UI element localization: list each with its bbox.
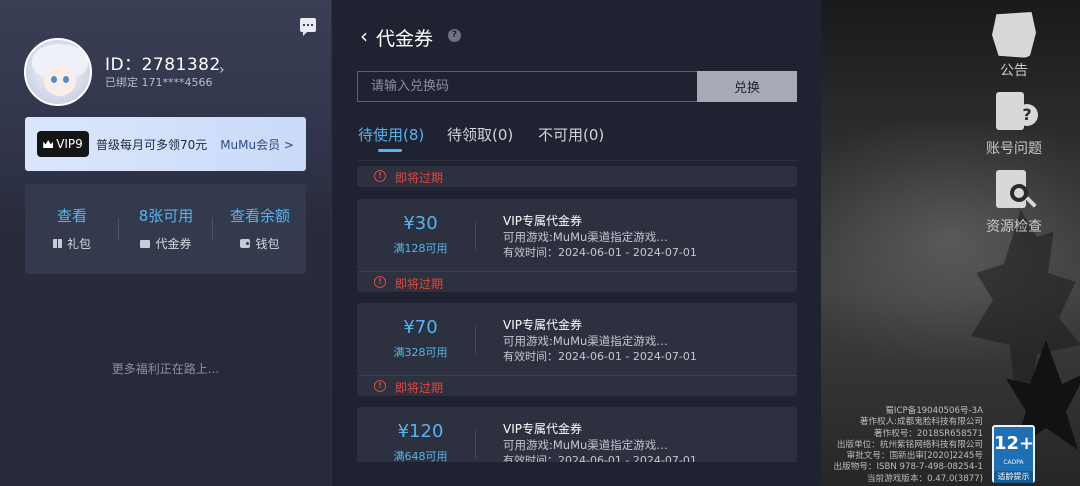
- message-icon[interactable]: [300, 18, 316, 36]
- coupon-period: 有效时间：2024-06-01 - 2024-07-01: [503, 350, 697, 363]
- warning-icon: !: [374, 170, 386, 182]
- coupon-condition: 满648可用: [393, 450, 448, 462]
- legal-line: 出版单位：杭州紫铭网络科技有限公司: [836, 439, 983, 450]
- resource-check-icon: [992, 168, 1037, 214]
- notice-icon: [992, 12, 1036, 58]
- benefit-value: 查看余额: [229, 207, 290, 225]
- coupon-name: VIP专属代金券: [503, 214, 582, 228]
- benefit-value: 查看: [56, 207, 87, 225]
- avatar-eye: [51, 76, 57, 83]
- magnifier-handle: [1025, 196, 1037, 208]
- legal-line: 蜀ICP备19040506号-3A: [885, 406, 983, 416]
- legal-line: 著作权人:成都鬼脸科技有限公司: [859, 417, 983, 428]
- coupon-games: 可用游戏:MuMu渠道指定游戏…: [503, 230, 668, 244]
- account-panel: ID：2781382 已绑定 171****4566 › VIP9 普级每月可多…: [0, 0, 331, 486]
- benefit-label-text: 礼包: [66, 237, 91, 251]
- tab-to-claim[interactable]: 待领取(0): [447, 124, 513, 145]
- notice-label: 公告: [1000, 63, 1028, 79]
- coupon-name: VIP专属代金券: [503, 422, 582, 436]
- notice-button[interactable]: 公告: [979, 12, 1049, 80]
- avatar[interactable]: [24, 38, 92, 106]
- coupon-period: 有效时间：2024-06-01 - 2024-07-01: [503, 454, 697, 462]
- coupon-condition: 满128可用: [393, 242, 448, 255]
- mumu-vip-link[interactable]: MuMu会员 >: [220, 136, 294, 153]
- benefit-label-text: 代金券: [155, 237, 192, 251]
- legal-line: 当前游戏版本：0.47.0(3877): [866, 473, 983, 484]
- redeem-code-input[interactable]: [357, 71, 697, 102]
- coupon-card[interactable]: ¥30 满128可用 VIP专属代金券 可用游戏:MuMu渠道指定游戏… 有效时…: [357, 199, 797, 271]
- warning-icon: !: [374, 276, 386, 288]
- benefits-card: 查看 礼包 8张可用 代金券 查看余额 钱包: [25, 184, 306, 274]
- vip-banner[interactable]: VIP9 普级每月可多领70元 MuMu会员 >: [25, 117, 306, 171]
- more-benefits-text: 更多福利正在路上...: [111, 362, 220, 376]
- page-title: 代金券: [376, 28, 434, 50]
- app-root: ID：2781382 已绑定 171****4566 › VIP9 普级每月可多…: [0, 0, 1080, 486]
- expire-text: 即将过期: [395, 381, 444, 395]
- coupon-games: 可用游戏:MuMu渠道指定游戏…: [503, 438, 668, 452]
- help-icon[interactable]: ?: [448, 29, 461, 42]
- expire-notice: ! 即将过期: [357, 166, 797, 187]
- resource-check-button[interactable]: 资源检查: [979, 168, 1049, 236]
- account-issue-button[interactable]: ? 账号问题: [979, 90, 1049, 158]
- active-tab-indicator: [378, 149, 402, 152]
- benefit-label: 代金券: [119, 235, 213, 252]
- coupon-games: 可用游戏:MuMu渠道指定游戏…: [503, 334, 668, 348]
- account-issue-label: 账号问题: [986, 141, 1042, 157]
- expire-notice: ! 即将过期: [357, 271, 797, 292]
- expire-text: 即将过期: [395, 171, 444, 185]
- gift-icon: [52, 239, 62, 248]
- gift-benefit[interactable]: 查看 礼包: [25, 184, 119, 274]
- crown-icon: [43, 140, 54, 148]
- wallet-benefit[interactable]: 查看余额 钱包: [213, 184, 307, 274]
- back-icon[interactable]: ‹: [360, 24, 368, 48]
- divider: [475, 429, 476, 459]
- legal-line: 审批文号：国新出审[2020]2245号: [846, 451, 983, 462]
- tab-pending[interactable]: 待使用(8): [358, 124, 424, 145]
- coupon-period: 有效时间：2024-06-01 - 2024-07-01: [503, 246, 697, 259]
- benefit-label: 钱包: [213, 235, 307, 252]
- question-mark: ?: [1016, 104, 1038, 126]
- vip-promo-text: 普级每月可多领70元: [96, 138, 208, 152]
- age-rating-number: 12+: [994, 433, 1035, 454]
- coupon-icon: [140, 239, 151, 248]
- account-issue-icon: ?: [992, 90, 1038, 136]
- age-rating-tip: 适龄提示: [994, 471, 1033, 483]
- coupon-amount: ¥120: [397, 421, 444, 442]
- benefit-value: 8张可用: [138, 207, 194, 225]
- coupon-name: VIP专属代金券: [503, 318, 582, 332]
- avatar-eye: [63, 76, 69, 83]
- expire-text: 即将过期: [395, 277, 444, 291]
- legal-info: 蜀ICP备19040506号-3A 著作权人:成都鬼脸科技有限公司 著作权号：2…: [834, 406, 984, 485]
- legal-line: 著作权号：2018SR658571: [873, 428, 983, 439]
- avatar-face: [44, 66, 76, 96]
- bound-phone: 已绑定 171****4566: [105, 76, 213, 89]
- coupon-card[interactable]: ¥120 满648可用 VIP专属代金券 可用游戏:MuMu渠道指定游戏… 有效…: [357, 407, 797, 462]
- benefit-label-text: 钱包: [255, 237, 280, 251]
- expire-notice: ! 即将过期: [357, 375, 797, 396]
- vip-badge: VIP9: [37, 131, 89, 157]
- coupon-list[interactable]: ! 即将过期 ¥30 满128可用 VIP专属代金券 可用游戏:MuMu渠道指定…: [357, 164, 797, 462]
- coupon-card[interactable]: ¥70 满328可用 VIP专属代金券 可用游戏:MuMu渠道指定游戏… 有效时…: [357, 303, 797, 375]
- divider: [475, 221, 476, 251]
- benefit-label: 礼包: [25, 235, 119, 252]
- age-rating-org: CADPA: [1003, 459, 1024, 466]
- warning-icon: !: [374, 380, 386, 392]
- redeem-button[interactable]: 兑换: [697, 71, 797, 102]
- divider: [475, 325, 476, 355]
- resource-check-label: 资源检查: [986, 219, 1042, 235]
- coupon-condition: 满328可用: [393, 346, 448, 359]
- vip-level: VIP9: [56, 137, 83, 151]
- wallet-icon: [240, 239, 251, 248]
- coupon-benefit[interactable]: 8张可用 代金券: [119, 184, 213, 274]
- age-rating-badge[interactable]: 12+ CADPA 适龄提示: [992, 425, 1035, 483]
- divider: [357, 160, 797, 161]
- tab-unavailable[interactable]: 不可用(0): [538, 124, 604, 145]
- user-id: ID：2781382: [105, 55, 221, 75]
- coupon-amount: ¥70: [403, 317, 438, 338]
- profile-chevron-icon[interactable]: ›: [219, 62, 225, 78]
- legal-line: 出版物号：ISBN 978-7-498-08254-1: [833, 462, 984, 473]
- voucher-panel: ‹ 代金券 ? 兑换 待使用(8) 待领取(0) 不可用(0) ! 即将过期 ¥…: [331, 0, 821, 486]
- coupon-amount: ¥30: [403, 213, 438, 234]
